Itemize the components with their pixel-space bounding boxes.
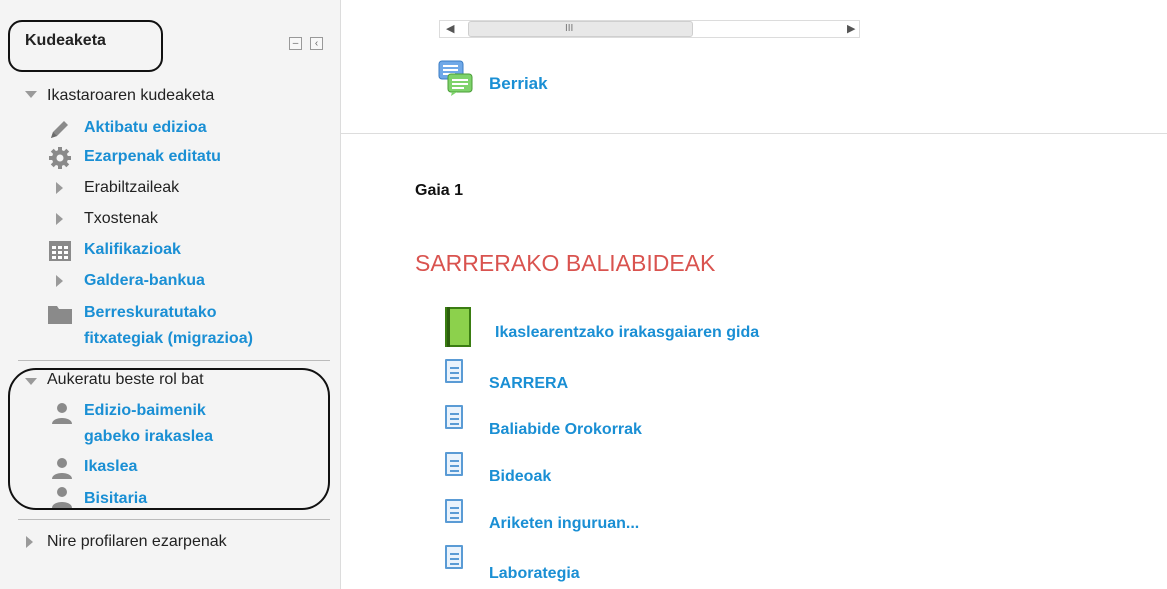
triangle-right-icon (56, 275, 63, 287)
book-icon (445, 307, 471, 347)
resource-link[interactable]: Baliabide Orokorrak (489, 421, 642, 439)
role-editing-teacher[interactable]: Edizio-baimenik (84, 402, 206, 420)
divider (18, 519, 330, 520)
section-heading: SARRERAKO BALIABIDEAK (415, 250, 716, 276)
collapse-block-button[interactable]: – (289, 37, 302, 50)
sidebar-item-users[interactable]: Erabiltzaileak (84, 179, 179, 197)
resource-link[interactable]: SARRERA (489, 375, 568, 393)
scrollbar-thumb[interactable]: III (468, 21, 693, 37)
role-editing-teacher-line2[interactable]: gabeko irakaslea (84, 428, 213, 446)
page-icon (445, 405, 463, 429)
resource-link[interactable]: Laborategia (489, 565, 580, 583)
block-title: Kudeaketa (25, 32, 106, 49)
section-label: Gaia 1 (415, 182, 464, 199)
sidebar-item-grades[interactable]: Kalifikazioak (84, 241, 181, 259)
expanded-triangle-icon (25, 378, 37, 385)
divider (18, 360, 330, 361)
role-guest[interactable]: Bisitaria (84, 490, 147, 508)
sidebar-item-restored-files-line2[interactable]: fitxategiak (migrazioa) (84, 330, 253, 348)
page-icon (445, 452, 463, 476)
minus-icon: – (292, 38, 299, 49)
forum-icon (438, 60, 474, 96)
user-icon (51, 486, 73, 508)
triangle-right-icon (26, 536, 33, 548)
switch-role-node[interactable]: Aukeratu beste rol bat (47, 371, 204, 389)
resource-link[interactable]: Ariketen inguruan... (489, 515, 639, 533)
course-admin-node[interactable]: Ikastaroaren kudeaketa (47, 87, 214, 105)
scroll-right-arrow-icon[interactable]: ▶ (847, 22, 855, 35)
triangle-right-icon (56, 213, 63, 225)
sidebar-item-edit-settings[interactable]: Ezarpenak editatu (84, 148, 221, 166)
resource-link[interactable]: Ikaslearentzako irakasgaiaren gida (495, 324, 759, 342)
pencil-icon (48, 117, 72, 141)
gear-icon (48, 146, 72, 170)
scroll-left-arrow-icon[interactable]: ◀ (446, 22, 454, 35)
expanded-triangle-icon (25, 91, 37, 98)
profile-settings-node[interactable]: Nire profilaren ezarpenak (47, 533, 227, 551)
page-icon (445, 499, 463, 523)
sidebar-item-reports[interactable]: Txostenak (84, 210, 158, 228)
page-icon (445, 545, 463, 569)
resource-link[interactable]: Bideoak (489, 468, 551, 486)
folder-icon (48, 304, 72, 324)
role-student[interactable]: Ikaslea (84, 458, 137, 476)
grades-table-icon (49, 241, 71, 261)
sidebar-item-question-bank[interactable]: Galdera-bankua (84, 272, 205, 290)
dock-block-button[interactable]: ‹ (310, 37, 323, 50)
user-icon (51, 457, 73, 479)
sidebar-item-restored-files[interactable]: Berreskuratutako (84, 304, 217, 322)
page-icon (445, 359, 463, 383)
sidebar-item-enable-editing[interactable]: Aktibatu edizioa (84, 119, 207, 137)
user-icon (51, 402, 73, 424)
chevron-left-icon: ‹ (314, 38, 319, 49)
triangle-right-icon (56, 182, 63, 194)
news-forum-link[interactable]: Berriak (489, 74, 548, 94)
grip-icon: III (565, 23, 574, 34)
